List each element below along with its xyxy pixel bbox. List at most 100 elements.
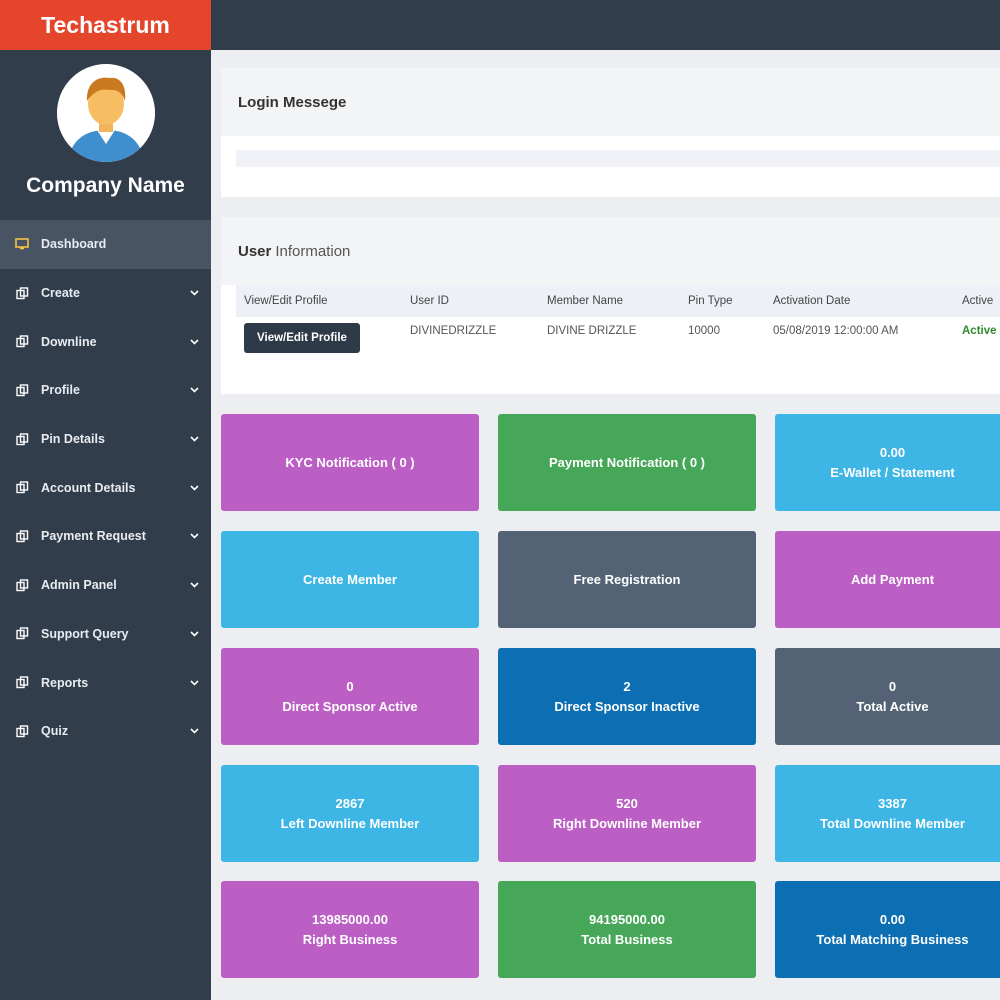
create-member-tile[interactable]: Create Member <box>221 531 479 628</box>
kyc-notification-tile[interactable]: KYC Notification ( 0 ) <box>221 414 479 511</box>
total-downline-member-tile[interactable]: 3387 Total Downline Member <box>775 765 1000 862</box>
payment-notification-tile[interactable]: Payment Notification ( 0 ) <box>498 414 756 511</box>
direct-sponsor-inactive-tile[interactable]: 2 Direct Sponsor Inactive <box>498 648 756 745</box>
sidebar-item-label: Downline <box>41 334 97 349</box>
copy-icon <box>15 432 29 446</box>
sidebar-item-support-query[interactable]: Support Query <box>0 610 211 659</box>
total-matching-business-tile[interactable]: 0.00 Total Matching Business <box>775 881 1000 978</box>
sidebar-item-quiz[interactable]: Quiz <box>0 707 211 756</box>
user-id-cell: DIVINEDRIZZLE <box>410 325 497 337</box>
panel-heading: User Information <box>221 217 1000 285</box>
tile-value: 3387 <box>878 795 907 811</box>
copy-icon <box>15 724 29 738</box>
sidebar-item-payment-request[interactable]: Payment Request <box>0 512 211 561</box>
top-bar <box>211 0 1000 50</box>
sidebar-item-admin-panel[interactable]: Admin Panel <box>0 561 211 610</box>
tile-label: Free Registration <box>573 571 681 587</box>
brand-logo[interactable]: Techastrum <box>0 0 211 50</box>
monitor-icon <box>15 237 29 251</box>
tile-value: 520 <box>616 795 638 811</box>
chevron-down-icon <box>189 385 199 395</box>
sidebar-item-dashboard[interactable]: Dashboard <box>0 220 211 269</box>
left-downline-member-tile[interactable]: 2867 Left Downline Member <box>221 765 479 862</box>
copy-icon <box>15 529 29 543</box>
column-header: View/Edit Profile <box>244 295 328 307</box>
e-wallet-tile[interactable]: 0.00 E-Wallet / Statement <box>775 414 1000 511</box>
sidebar-item-downline[interactable]: Downline <box>0 317 211 366</box>
status-badge: Active <box>962 325 997 337</box>
chevron-down-icon <box>189 434 199 444</box>
tile-value: 0.00 <box>879 444 906 460</box>
main-content: Login Messege User Information View/Edit… <box>211 50 1000 1000</box>
chevron-down-icon <box>189 288 199 298</box>
sidebar-profile: Company Name <box>0 50 211 220</box>
free-registration-tile[interactable]: Free Registration <box>498 531 756 628</box>
column-header: Member Name <box>547 295 624 307</box>
tile-label: Payment Notification ( 0 ) <box>548 454 706 470</box>
chevron-down-icon <box>189 726 199 736</box>
sidebar-item-label: Reports <box>41 675 89 690</box>
direct-sponsor-active-tile[interactable]: 0 Direct Sponsor Active <box>221 648 479 745</box>
sidebar-item-label: Pin Details <box>41 432 105 447</box>
tile-label: Total Matching Business <box>816 931 969 947</box>
user-info-table: View/Edit Profile User ID Member Name Pi… <box>236 285 1000 363</box>
table-row: View/Edit Profile DIVINEDRIZZLE DIVINE D… <box>236 317 1000 363</box>
sidebar-item-label: Quiz <box>41 724 69 739</box>
sidebar-menu: Dashboard Create Downline Profile Pin De… <box>0 220 211 756</box>
tile-label: KYC Notification ( 0 ) <box>285 454 415 470</box>
sidebar-item-profile[interactable]: Profile <box>0 366 211 415</box>
sidebar-item-label: Dashboard <box>41 237 107 252</box>
tile-value: 94195000.00 <box>589 911 665 927</box>
copy-icon <box>15 335 29 349</box>
sidebar-item-label: Profile <box>41 383 80 398</box>
sidebar-item-account-details[interactable]: Account Details <box>0 463 211 512</box>
tile-label: Total Downline Member <box>820 815 965 831</box>
sidebar-item-label: Account Details <box>41 480 136 495</box>
tile-value: 2 <box>623 678 631 694</box>
tile-label: Direct Sponsor Active <box>282 698 418 714</box>
copy-icon <box>15 676 29 690</box>
right-downline-member-tile[interactable]: 520 Right Downline Member <box>498 765 756 862</box>
copy-icon <box>15 481 29 495</box>
brand-name: Techastrum <box>41 11 170 38</box>
tile-value: 0 <box>346 678 354 694</box>
total-active-tile[interactable]: 0 Total Active <box>775 648 1000 745</box>
column-header: User ID <box>410 295 449 307</box>
sidebar-item-label: Admin Panel <box>41 578 117 593</box>
login-message-title: Login Messege <box>238 93 347 111</box>
copy-icon <box>15 627 29 641</box>
tile-label: Left Downline Member <box>280 815 420 831</box>
view-edit-profile-button[interactable]: View/Edit Profile <box>244 323 360 353</box>
tile-label: Right Business <box>302 931 398 947</box>
sidebar: Company Name Dashboard Create Downline P… <box>0 50 211 1000</box>
right-business-tile[interactable]: 13985000.00 Right Business <box>221 881 479 978</box>
company-name: Company Name <box>26 174 185 197</box>
sidebar-item-label: Payment Request <box>41 529 146 544</box>
sidebar-item-pin-details[interactable]: Pin Details <box>0 415 211 464</box>
activation-date-cell: 05/08/2019 12:00:00 AM <box>773 325 899 337</box>
copy-icon <box>15 383 29 397</box>
chevron-down-icon <box>189 629 199 639</box>
avatar <box>56 64 155 162</box>
sidebar-item-create[interactable]: Create <box>0 269 211 318</box>
add-payment-tile[interactable]: Add Payment <box>775 531 1000 628</box>
tile-value: 0 <box>888 678 897 694</box>
tile-label: Total Business <box>581 931 673 947</box>
column-header: Active <box>962 295 994 307</box>
total-business-tile[interactable]: 94195000.00 Total Business <box>498 881 756 978</box>
panel-heading: Login Messege <box>221 68 1000 136</box>
user-information-panel: User Information View/Edit Profile User … <box>221 217 1000 394</box>
table-header-row: View/Edit Profile User ID Member Name Pi… <box>236 285 1000 317</box>
chevron-down-icon <box>189 531 199 541</box>
tile-label: Direct Sponsor Inactive <box>554 698 700 714</box>
copy-icon <box>15 286 29 300</box>
sidebar-item-reports[interactable]: Reports <box>0 658 211 707</box>
chevron-down-icon <box>189 678 199 688</box>
login-message-panel: Login Messege <box>221 68 1000 197</box>
tile-label: Create Member <box>303 571 397 587</box>
sidebar-item-label: Create <box>41 286 80 301</box>
tile-label: Add Payment <box>850 571 935 587</box>
copy-icon <box>15 578 29 592</box>
tile-label: Right Downline Member <box>552 815 702 831</box>
user-title-bold: User <box>238 242 272 260</box>
